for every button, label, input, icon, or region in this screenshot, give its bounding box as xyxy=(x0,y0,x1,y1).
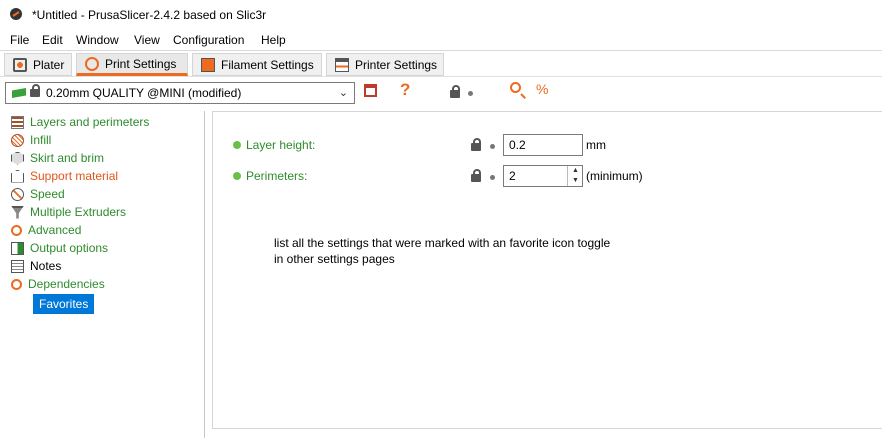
menu-file[interactable]: File xyxy=(10,33,29,47)
sidebar-item-label: Advanced xyxy=(28,223,82,237)
advanced-icon xyxy=(11,224,22,236)
chevron-down-icon[interactable]: ▼ xyxy=(568,176,583,186)
lock-icon[interactable] xyxy=(471,138,481,151)
preset-toolbar: 0.20mm QUALITY @MINI (modified) ⌄ ? % xyxy=(0,76,882,111)
sidebar-item-label: Output options xyxy=(30,241,109,255)
extruders-icon xyxy=(11,205,24,219)
layers-icon xyxy=(11,115,24,129)
lock-icon xyxy=(30,84,40,97)
chevron-up-icon[interactable]: ▲ xyxy=(568,166,583,176)
status-dot-icon xyxy=(233,141,241,149)
option-label: Layer height: xyxy=(246,138,316,152)
sidebar-item-label: Skirt and brim xyxy=(30,151,105,165)
sidebar-item-output-options[interactable]: Output options xyxy=(11,239,108,257)
tab-filament-settings-label: Filament Settings xyxy=(221,57,314,72)
tab-printer-settings-label: Printer Settings xyxy=(355,57,438,72)
sidebar-item-label: Dependencies xyxy=(28,277,105,291)
prusaslicer-logo-icon xyxy=(10,8,22,20)
tab-print-settings[interactable]: Print Settings xyxy=(76,53,188,76)
help-icon[interactable]: ? xyxy=(400,80,410,100)
printer-icon xyxy=(335,57,349,72)
speed-icon xyxy=(11,187,24,201)
sidebar-item-favorites[interactable]: Favorites xyxy=(33,294,95,314)
preset-dropdown[interactable]: 0.20mm QUALITY @MINI (modified) ⌄ xyxy=(5,82,355,104)
sidebar-item-support-material[interactable]: Support material xyxy=(11,167,118,185)
perimeters-unit: (minimum) xyxy=(586,169,643,183)
sidebar-item-label: Layers and perimeters xyxy=(30,115,150,129)
sidebar-item-multiple-extruders[interactable]: Multiple Extruders xyxy=(11,203,126,221)
title-bar: *Untitled - PrusaSlicer-2.4.2 based on S… xyxy=(0,0,882,30)
menu-edit[interactable]: Edit xyxy=(42,33,63,47)
sidebar-item-label: Notes xyxy=(30,259,62,273)
settings-panel: Layer height: mm Perimeters: ▲ ▼ (minimu… xyxy=(212,111,882,429)
tab-filament-settings[interactable]: Filament Settings xyxy=(192,53,322,76)
favorites-description-line: list all the settings that were marked w… xyxy=(274,236,611,250)
settings-page-list: Layers and perimeters Infill Skirt and b… xyxy=(5,111,205,438)
search-icon[interactable] xyxy=(510,82,521,93)
menu-window[interactable]: Window xyxy=(76,33,119,47)
save-icon[interactable] xyxy=(364,84,377,97)
sidebar-item-label: Support material xyxy=(30,169,119,183)
layer-height-unit: mm xyxy=(586,138,606,152)
menu-view[interactable]: View xyxy=(134,33,160,47)
tab-bar: Plater Print Settings Filament Settings … xyxy=(0,50,882,77)
sidebar-item-notes[interactable]: Notes xyxy=(11,257,61,275)
compare-presets-icon[interactable]: % xyxy=(536,81,548,97)
tab-plater[interactable]: Plater xyxy=(4,53,72,76)
option-layer-height-label: Layer height: xyxy=(233,138,315,152)
filament-icon xyxy=(201,57,215,72)
output-icon xyxy=(11,241,24,255)
dot-legend-icon[interactable] xyxy=(468,91,473,96)
option-perimeters-label: Perimeters: xyxy=(233,169,307,183)
preset-value: 0.20mm QUALITY @MINI (modified) xyxy=(46,86,242,100)
dot-icon[interactable] xyxy=(490,144,495,149)
perimeters-spin-buttons[interactable]: ▲ ▼ xyxy=(567,166,583,186)
favorites-description-line: in other settings pages xyxy=(274,252,395,266)
option-label: Perimeters: xyxy=(246,169,308,183)
dependencies-icon xyxy=(11,278,22,290)
sidebar-item-dependencies[interactable]: Dependencies xyxy=(11,275,105,293)
support-icon xyxy=(11,169,24,183)
tab-printer-settings[interactable]: Printer Settings xyxy=(326,53,444,76)
infill-icon xyxy=(11,133,24,147)
sidebar-item-label: Multiple Extruders xyxy=(30,205,127,219)
tab-print-settings-label: Print Settings xyxy=(105,56,177,71)
sidebar-item-skirt-and-brim[interactable]: Skirt and brim xyxy=(11,149,104,167)
status-dot-icon xyxy=(233,172,241,180)
flag-icon xyxy=(12,88,26,98)
chevron-down-icon: ⌄ xyxy=(338,87,348,99)
dot-icon[interactable] xyxy=(490,175,495,180)
tab-plater-label: Plater xyxy=(33,57,65,72)
layer-height-input[interactable] xyxy=(503,134,583,156)
skirt-icon xyxy=(11,151,24,165)
favorites-description: list all the settings that were marked w… xyxy=(274,235,674,267)
plater-icon xyxy=(13,57,27,72)
notes-icon xyxy=(11,259,24,273)
sidebar-item-label: Speed xyxy=(30,187,65,201)
sidebar-item-infill[interactable]: Infill xyxy=(11,131,51,149)
print-settings-icon xyxy=(85,56,99,71)
lock-icon[interactable] xyxy=(471,169,481,182)
lock-legend-icon[interactable] xyxy=(450,85,460,98)
menu-bar: File Edit Window View Configuration Help xyxy=(0,30,882,50)
menu-configuration[interactable]: Configuration xyxy=(173,33,244,47)
sidebar-item-layers-and-perimeters[interactable]: Layers and perimeters xyxy=(11,113,149,131)
sidebar-item-advanced[interactable]: Advanced xyxy=(11,221,81,239)
menu-help[interactable]: Help xyxy=(261,33,286,47)
sidebar-item-label: Infill xyxy=(30,133,52,147)
sidebar-item-speed[interactable]: Speed xyxy=(11,185,65,203)
window-title: *Untitled - PrusaSlicer-2.4.2 based on S… xyxy=(32,8,267,22)
